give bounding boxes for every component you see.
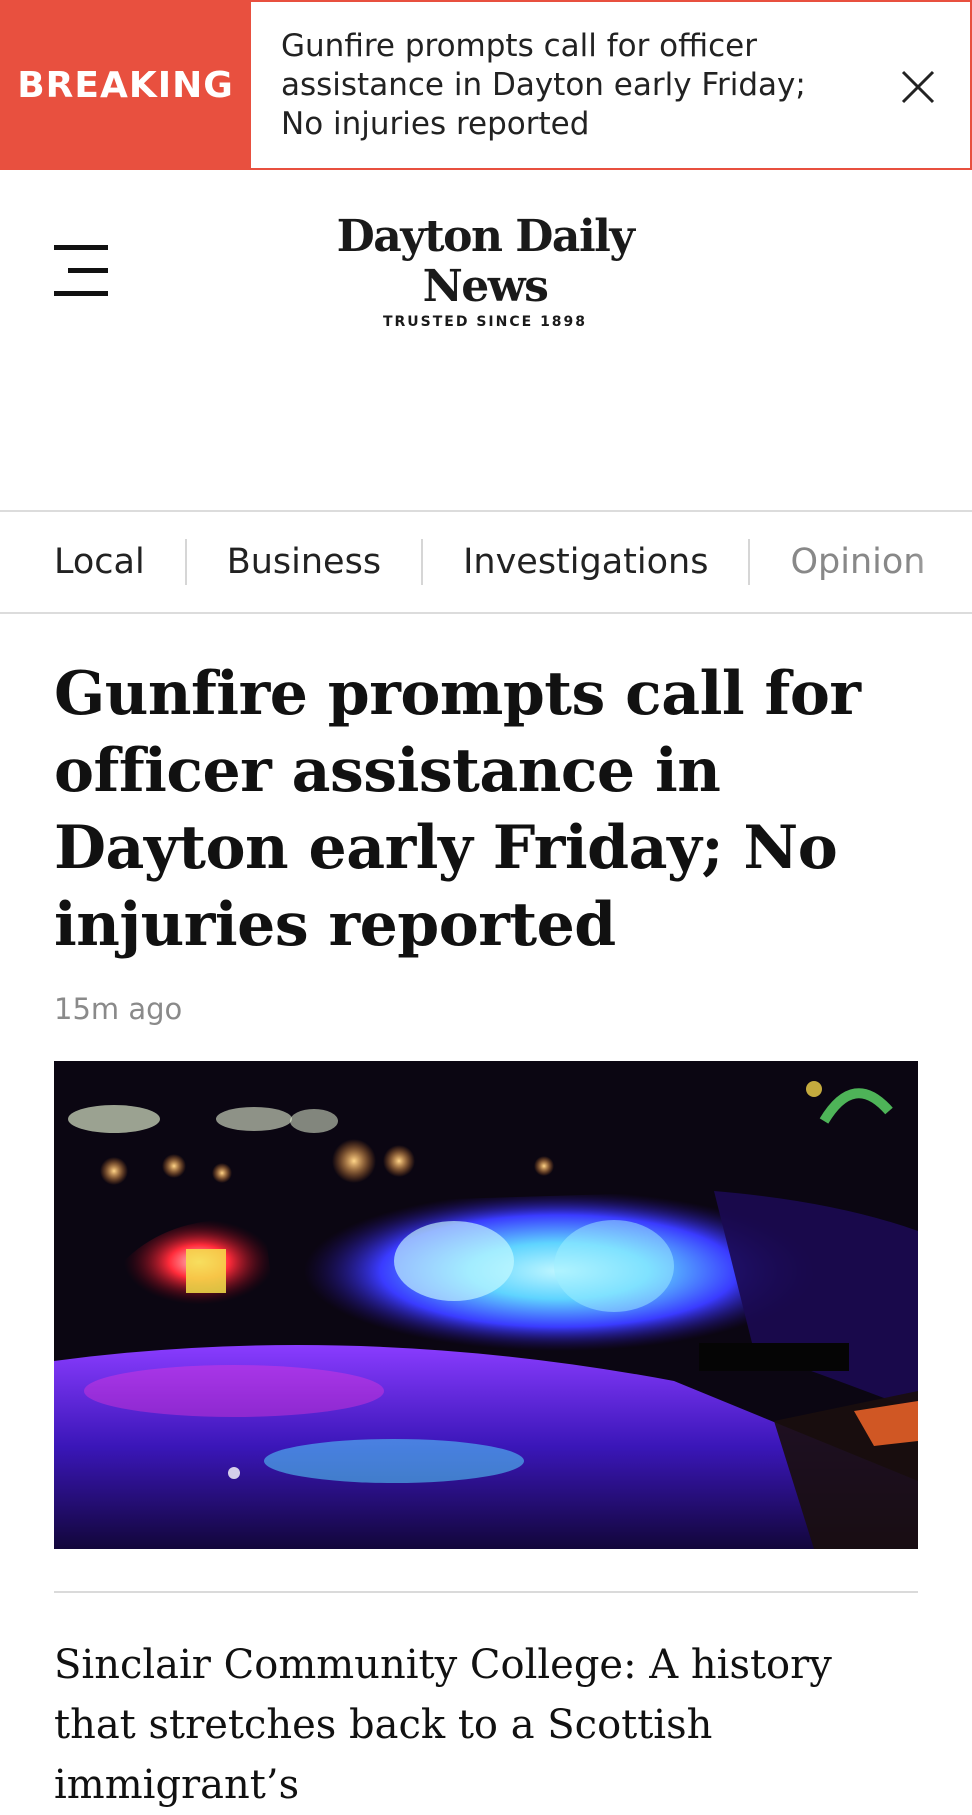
nav-item-business[interactable]: Business [187,539,424,585]
breaking-news-banner[interactable]: BREAKING Gunfire prompts call for office… [0,0,972,170]
article-timestamp: 15m ago [54,992,183,1026]
police-lights-photo-icon [54,1061,918,1549]
article-headline: Gunfire prompts call for officer assista… [54,659,861,960]
hamburger-menu-icon[interactable] [54,243,110,299]
breaking-body[interactable]: Gunfire prompts call for officer assista… [251,0,972,170]
site-logo[interactable]: Dayton Daily News TRUSTED SINCE 1898 [290,211,680,331]
breaking-headline-link[interactable]: Gunfire prompts call for officer assista… [281,27,841,144]
nav-item-local[interactable]: Local [0,539,187,585]
breaking-tag: BREAKING [0,0,251,170]
section-nav: Local Business Investigations Opinion [0,510,972,614]
content-divider [54,1591,918,1593]
close-icon[interactable] [900,69,936,105]
nav-item-investigations[interactable]: Investigations [423,539,751,585]
logo-tagline: TRUSTED SINCE 1898 [382,314,588,330]
nav-scroll-fade [912,512,972,612]
article-hero-image[interactable] [54,1061,918,1549]
logo-name: Dayton Daily News [336,211,635,312]
related-article-link[interactable]: Sinclair Community College: A history th… [54,1635,924,1815]
